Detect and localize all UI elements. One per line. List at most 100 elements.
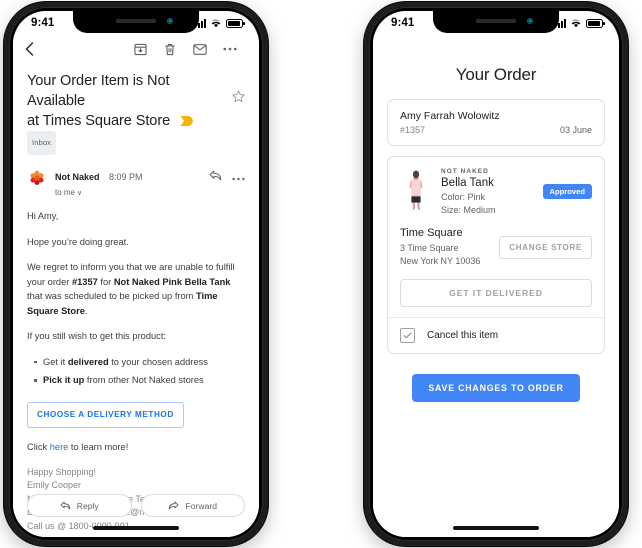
email-view: Your Order Item is Not Available at Time…: [13, 35, 259, 537]
mark-unread-button[interactable]: [185, 38, 215, 60]
product-name: Bella Tank: [441, 177, 494, 189]
chevron-down-icon: ∨: [77, 190, 83, 197]
reply-footer-button[interactable]: Reply: [27, 494, 132, 517]
home-indicator[interactable]: [93, 526, 179, 530]
bullet-1-bold: Pick it up: [43, 375, 85, 385]
regret-part3: that was scheduled to be picked up from: [27, 291, 196, 301]
cancel-item-row[interactable]: Cancel this item: [388, 318, 604, 353]
store-address-line-2: New York NY 10036: [400, 255, 481, 266]
customer-order-id: #1357: [400, 125, 426, 135]
recipients-row[interactable]: to me ∨: [55, 188, 209, 197]
recipients-text: to me: [55, 188, 76, 197]
save-changes-button[interactable]: SAVE CHANGES TO ORDER: [412, 374, 580, 402]
subject-line-2: at Times Square Store: [27, 113, 171, 129]
message-more-button[interactable]: [232, 168, 245, 186]
forward-arrow-icon: [169, 501, 179, 510]
email-timestamp: 8:09 PM: [108, 172, 143, 182]
mockup-stage: 9:41 Your Order Item is Not Available at…: [0, 0, 642, 548]
signal-bars-icon: [554, 18, 566, 28]
delete-button[interactable]: [155, 38, 185, 60]
bullet-0-post: to your chosen address: [108, 356, 208, 367]
store-section: Time Square 3 Time Square New York NY 10…: [388, 223, 604, 279]
status-bar: 9:41: [373, 11, 619, 35]
forward-footer-label: Forward: [185, 500, 218, 511]
change-store-button[interactable]: CHANGE STORE: [499, 235, 592, 259]
product-name: Not Naked Pink Bella Tank: [113, 276, 231, 287]
email-more-button[interactable]: [215, 38, 245, 60]
order-item-card: NOT NAKED Bella Tank Color: Pink Size: M…: [387, 156, 605, 354]
wish-intro-text: If you still wish to get this product:: [27, 331, 166, 341]
cancel-item-checkbox[interactable]: [400, 328, 415, 343]
order-phone-screen: 9:41 Your Order Amy Farrah Wolowitz #135…: [373, 11, 619, 537]
learn-more-line: Click here to learn more!: [27, 440, 245, 455]
email-subject: Your Order Item is Not Available at Time…: [27, 71, 227, 155]
archive-icon: [133, 43, 147, 55]
wifi-icon: [570, 19, 582, 27]
status-bar: 9:41: [13, 11, 259, 35]
reply-arrow-icon: [60, 501, 70, 510]
regret-paragraph: We regret to inform you that we are unab…: [27, 260, 245, 318]
customer-card: Amy Farrah Wolowitz #1357 03 June: [387, 99, 605, 146]
learn-post: to learn more!: [68, 442, 129, 452]
choose-delivery-method-button[interactable]: CHOOSE A DELIVERY METHOD: [27, 401, 184, 428]
battery-icon: [226, 18, 245, 28]
email-phone-frame: 9:41 Your Order Item is Not Available at…: [4, 2, 268, 546]
subject-line-1: Your Order Item is Not Available: [27, 73, 170, 109]
order-phone-frame: 9:41 Your Order Amy Farrah Wolowitz #135…: [364, 2, 628, 546]
star-button[interactable]: [227, 71, 245, 108]
signature-line: Happy Shopping!: [27, 466, 97, 477]
customer-name: Amy Farrah Wolowitz: [400, 110, 500, 122]
product-color: Color: Pink: [441, 192, 486, 202]
status-bar-indicators: [554, 18, 605, 28]
not-naked-logo-avatar: [30, 170, 44, 185]
learn-pre: Click: [27, 442, 50, 452]
product-size: Size: Medium: [441, 205, 496, 215]
more-options-icon: [223, 47, 237, 51]
learn-more-link[interactable]: here: [50, 442, 69, 452]
status-bar-time: 9:41: [391, 17, 415, 29]
regret-part2: for: [97, 276, 114, 287]
status-bar-indicators: [194, 18, 245, 28]
options-list: Get it delivered to your chosen address …: [27, 355, 245, 388]
hope-text: Hope you’re doing great.: [27, 236, 129, 247]
reply-footer-label: Reply: [76, 500, 99, 511]
bullet-0-bold: delivered: [67, 356, 109, 367]
sender-name: Not Naked: [55, 172, 100, 182]
list-item: Get it delivered to your chosen address: [34, 355, 245, 370]
forward-footer-button[interactable]: Forward: [140, 494, 245, 517]
inbox-label-chip[interactable]: Inbox: [27, 131, 57, 155]
order-date: 03 June: [559, 125, 592, 135]
status-bar-time: 9:41: [31, 17, 55, 29]
more-options-icon: [232, 177, 245, 181]
store-name: Time Square: [400, 227, 463, 239]
wifi-icon: [210, 19, 222, 27]
page-title: Your Order: [455, 65, 537, 84]
product-brand: NOT NAKED: [441, 168, 489, 175]
list-item: Pick it up from other Not Naked stores: [34, 373, 245, 388]
order-id: #1357: [71, 276, 98, 287]
reply-arrow-icon: [209, 170, 222, 181]
cancel-item-label: Cancel this item: [427, 330, 499, 341]
important-chevron-icon: [180, 116, 193, 126]
archive-button[interactable]: [125, 38, 155, 60]
bullet-1-post: from other Not Naked stores: [84, 375, 204, 385]
store-address-line-1: 3 Time Square: [400, 243, 459, 253]
trash-icon: [165, 43, 175, 55]
get-it-delivered-button[interactable]: GET IT DELIVERED: [400, 279, 592, 307]
email-phone-screen: 9:41 Your Order Item is Not Available at…: [13, 11, 259, 537]
email-toolbar: [13, 35, 259, 63]
sender-row: Not Naked 8:09 PM to me ∨: [13, 155, 259, 197]
back-button[interactable]: [25, 42, 47, 56]
back-chevron-icon: [25, 42, 34, 56]
email-footer-actions: Reply Forward: [13, 494, 259, 517]
checkmark-icon: [403, 332, 412, 339]
status-badge: Approved: [542, 184, 592, 199]
pink-tank-product-photo: [400, 168, 432, 214]
bullet-0-pre: Get it: [43, 356, 68, 367]
star-outline-icon: [232, 90, 245, 103]
order-view: Your Order Amy Farrah Wolowitz #1357 03 …: [373, 35, 619, 537]
reply-button[interactable]: [209, 168, 222, 186]
home-indicator[interactable]: [453, 526, 539, 530]
email-body: Hi Amy, Hope you’re doing great. We regr…: [13, 197, 259, 533]
signal-bars-icon: [194, 18, 206, 28]
